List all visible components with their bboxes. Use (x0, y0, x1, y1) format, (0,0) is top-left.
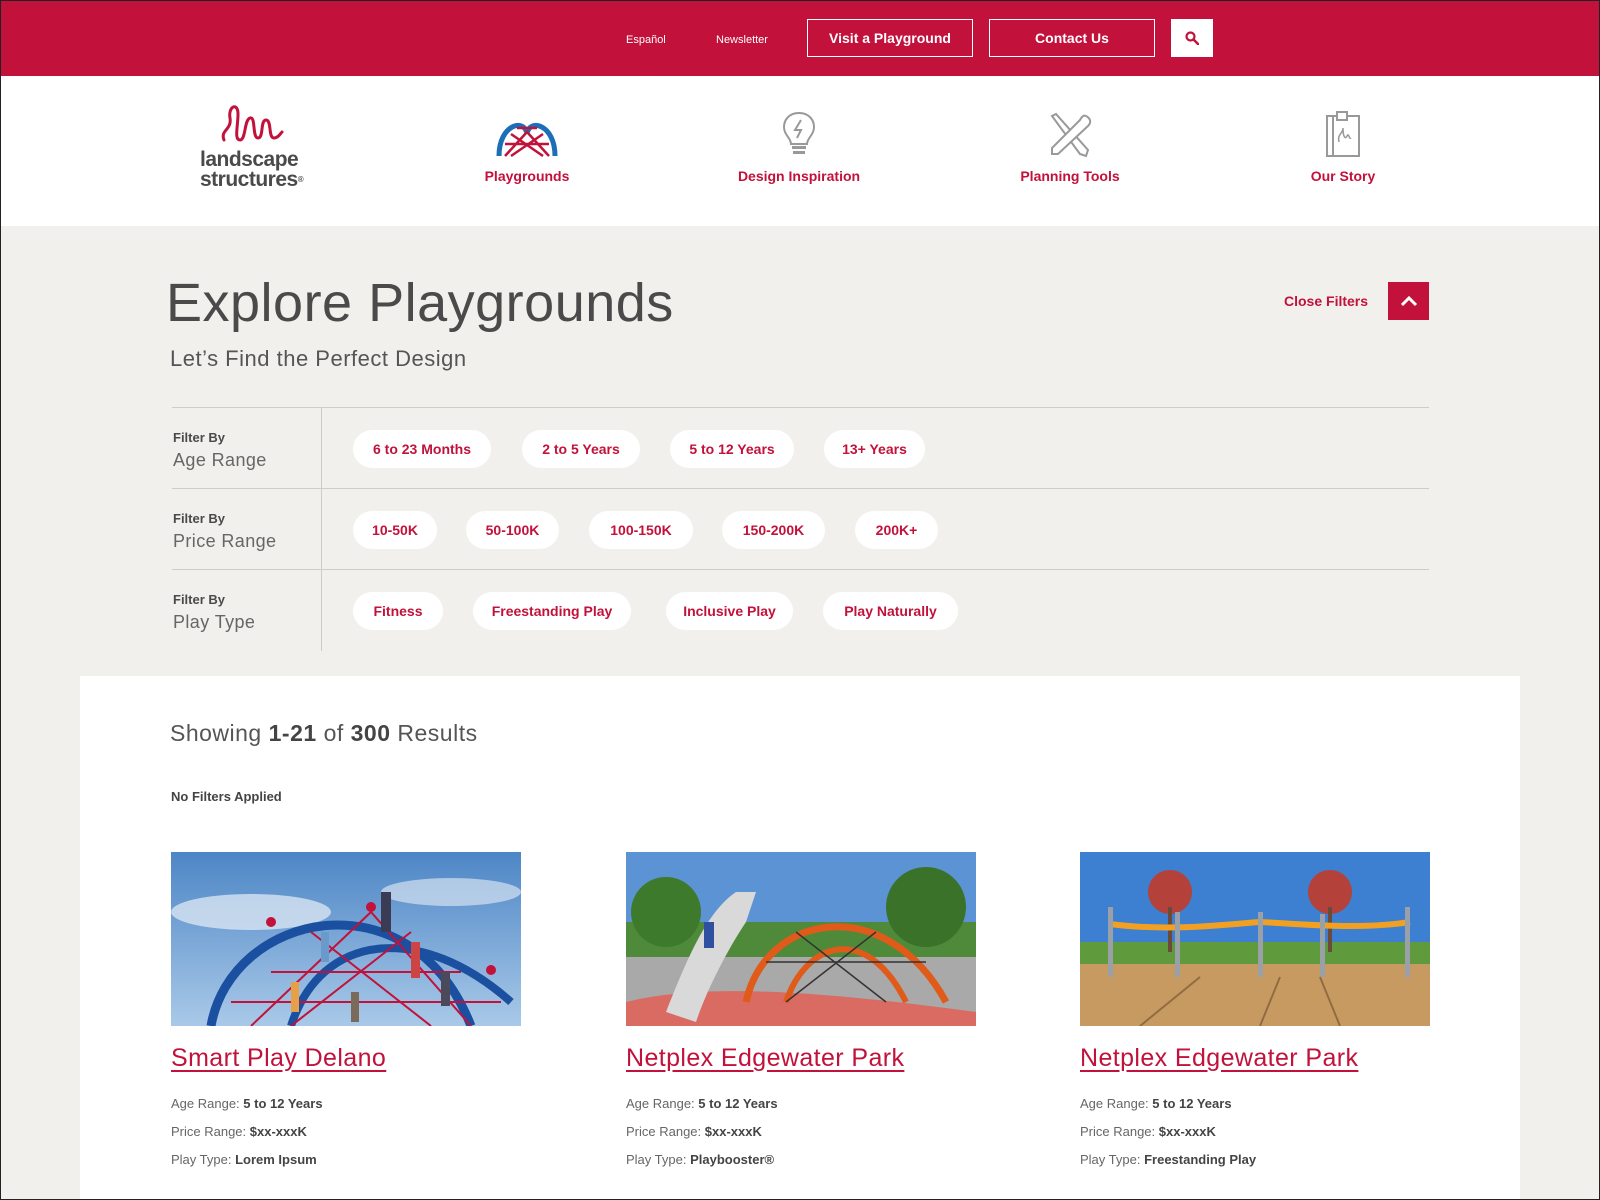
price-label: Price Range: (1080, 1124, 1156, 1139)
search-icon (1185, 31, 1199, 45)
price-value: $xx-xxxK (1158, 1124, 1216, 1139)
newsletter-link[interactable]: Newsletter (716, 34, 768, 46)
logo-line-1: landscape (200, 148, 299, 171)
contact-us-button[interactable]: Contact Us (989, 19, 1155, 57)
type-value: Freestanding Play (1144, 1152, 1257, 1167)
card-meta: Age Range: 5 to 12 Years Price Range: $x… (171, 1090, 521, 1174)
type-value: Lorem Ipsum (235, 1152, 317, 1167)
age-value: 5 to 12 Years (698, 1096, 778, 1111)
logo-line-2-text: structures (200, 168, 298, 191)
filters-status: No Filters Applied (171, 789, 282, 804)
results-total: 300 (350, 720, 391, 746)
filter-by-label: Filter By (173, 592, 226, 607)
filter-label-col: Filter By Age Range (172, 408, 322, 489)
price-label: Price Range: (626, 1124, 702, 1139)
result-card: Netplex Edgewater Park Age Range: 5 to 1… (1080, 852, 1430, 1174)
type-value: Playbooster® (690, 1152, 775, 1167)
filter-row-play-type: Filter By Play Type Fitness Freestanding… (172, 569, 1429, 651)
logo-mark-icon (221, 105, 284, 142)
price-value: $xx-xxxK (249, 1124, 307, 1139)
price-value: $xx-xxxK (704, 1124, 762, 1139)
result-card: Netplex Edgewater Park Age Range: 5 to 1… (626, 852, 976, 1174)
filter-label-col: Filter By Play Type (172, 570, 322, 651)
filter-pill[interactable]: Fitness (353, 592, 443, 630)
filter-by-label: Filter By (173, 511, 226, 526)
nav-design-inspiration[interactable]: Design Inspiration (699, 108, 899, 184)
age-value: 5 to 12 Years (243, 1096, 323, 1111)
filter-pill[interactable]: 200K+ (855, 511, 938, 549)
close-filters-link[interactable]: Close Filters (1284, 293, 1368, 309)
filter-pill[interactable]: 10-50K (353, 511, 437, 549)
filter-pill[interactable]: 2 to 5 Years (522, 430, 640, 468)
playground-arch-icon (496, 123, 558, 158)
nav-design-inspiration-label: Design Inspiration (737, 168, 861, 184)
type-label: Play Type: (171, 1152, 232, 1167)
nav-our-story-label: Our Story (1310, 168, 1376, 184)
results-of: of (323, 720, 344, 746)
filter-pill[interactable]: 50-100K (466, 511, 559, 549)
filter-pill[interactable]: Play Naturally (823, 592, 958, 630)
tools-icon (1050, 112, 1092, 158)
results-count: Showing 1-21 of 300 Results (170, 720, 478, 747)
card-title-link[interactable]: Smart Play Delano (171, 1044, 521, 1073)
close-filters-button[interactable] (1388, 282, 1429, 320)
filter-by-label: Filter By (173, 430, 226, 445)
filter-name-label: Price Range (173, 531, 277, 551)
lightbulb-icon (782, 111, 816, 154)
nav-planning-tools-label: Planning Tools (1020, 168, 1120, 184)
nav-playgrounds-label: Playgrounds (484, 168, 570, 184)
age-label: Age Range: (171, 1096, 240, 1111)
price-label: Price Range: (171, 1124, 247, 1139)
filter-pill[interactable]: 6 to 23 Months (353, 430, 491, 468)
filter-pill[interactable]: Inclusive Play (666, 592, 793, 630)
logo-wordmark[interactable]: landscape structures® (200, 148, 304, 191)
results-suffix: Results (397, 720, 478, 746)
logo-line-2: structures® (200, 168, 304, 191)
filter-name-label: Age Range (173, 450, 267, 470)
card-image[interactable] (171, 852, 521, 1026)
age-value: 5 to 12 Years (1152, 1096, 1232, 1111)
espanol-link[interactable]: Español (626, 34, 666, 46)
age-label: Age Range: (1080, 1096, 1149, 1111)
utility-bar (0, 0, 1600, 90)
filter-pill[interactable]: 5 to 12 Years (670, 430, 794, 468)
filter-pill[interactable]: Freestanding Play (473, 592, 631, 630)
filter-row-price: Filter By Price Range 10-50K 50-100K 100… (172, 488, 1429, 570)
filter-pill[interactable]: 150-200K (722, 511, 825, 549)
nav-playgrounds[interactable]: Playgrounds (427, 108, 627, 184)
page-subtitle: Let’s Find the Perfect Design (170, 346, 467, 371)
book-icon (1326, 111, 1360, 157)
page-title: Explore Playgrounds (166, 273, 674, 333)
card-meta: Age Range: 5 to 12 Years Price Range: $x… (626, 1090, 976, 1174)
age-label: Age Range: (626, 1096, 695, 1111)
filter-pill[interactable]: 100-150K (589, 511, 693, 549)
logo-registered: ® (297, 175, 304, 184)
type-label: Play Type: (1080, 1152, 1141, 1167)
card-title-link[interactable]: Netplex Edgewater Park (1080, 1044, 1430, 1073)
filter-pill[interactable]: 13+ Years (824, 430, 925, 468)
result-card: Smart Play Delano Age Range: 5 to 12 Yea… (171, 852, 521, 1174)
card-title-link[interactable]: Netplex Edgewater Park (626, 1044, 976, 1073)
filter-label-col: Filter By Price Range (172, 489, 322, 570)
card-image[interactable] (626, 852, 976, 1026)
nav-curve (0, 205, 1600, 225)
results-range: 1-21 (268, 720, 317, 746)
search-button[interactable] (1171, 19, 1213, 57)
type-label: Play Type: (626, 1152, 687, 1167)
chevron-up-icon (1400, 295, 1417, 307)
card-image[interactable] (1080, 852, 1430, 1026)
nav-planning-tools[interactable]: Planning Tools (970, 108, 1170, 184)
nav-our-story[interactable]: Our Story (1243, 108, 1443, 184)
filter-name-label: Play Type (173, 612, 256, 632)
visit-playground-button[interactable]: Visit a Playground (807, 19, 973, 57)
filter-row-age: Filter By Age Range 6 to 23 Months 2 to … (172, 407, 1429, 489)
showing-prefix: Showing (170, 720, 262, 746)
card-meta: Age Range: 5 to 12 Years Price Range: $x… (1080, 1090, 1430, 1174)
